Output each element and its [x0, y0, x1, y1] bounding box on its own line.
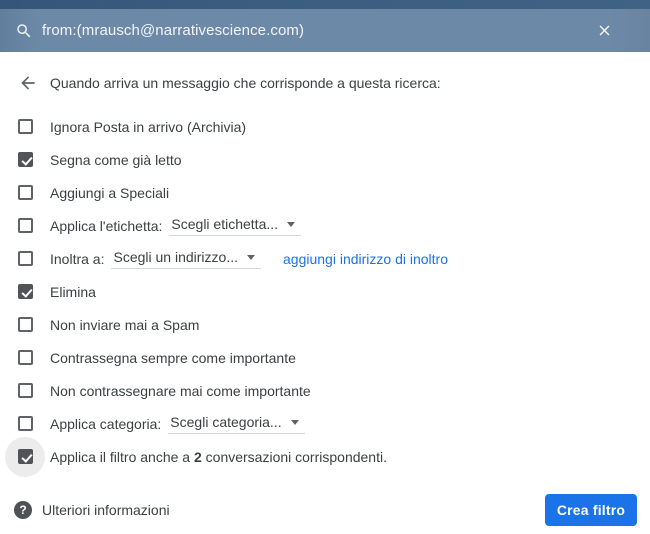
- option-label: Aggiungi a Speciali: [50, 184, 170, 201]
- checkbox[interactable]: [18, 119, 33, 134]
- checkbox[interactable]: [18, 152, 33, 167]
- checkbox-cell: [18, 185, 50, 200]
- search-bar: from:(mrausch@narrativescience.com): [0, 9, 650, 52]
- filter-option-row: Segna come già letto: [0, 143, 650, 176]
- filter-option-row: Applica categoria: Scegli categoria...: [0, 407, 650, 440]
- option-label: Applica il filtro anche a 2 conversazion…: [50, 448, 387, 465]
- checkbox[interactable]: [18, 416, 33, 431]
- option-dropdown[interactable]: Scegli etichetta...: [169, 215, 302, 236]
- checkbox[interactable]: [18, 350, 33, 365]
- dropdown-value: Scegli etichetta...: [171, 215, 279, 232]
- option-label: Inoltra a:: [50, 250, 105, 267]
- checkbox-cell: [18, 119, 50, 134]
- learn-more[interactable]: Ulteriori informazioni: [14, 501, 170, 519]
- option-label: Contrassegna sempre come importante: [50, 349, 296, 366]
- checkbox-cell: [18, 152, 50, 167]
- filter-option-row: Inoltra a: Scegli un indirizzo... aggiun…: [0, 242, 650, 275]
- learn-more-label: Ulteriori informazioni: [42, 502, 170, 518]
- filter-options-panel: Quando arriva un messaggio che corrispon…: [0, 52, 650, 534]
- filter-options-list: Ignora Posta in arrivo (Archivia) Segna …: [0, 110, 650, 477]
- dialog-header: Quando arriva un messaggio che corrispon…: [18, 71, 650, 95]
- checkbox[interactable]: [18, 251, 33, 266]
- forwarding-link[interactable]: aggiungi indirizzo di inoltro: [283, 251, 448, 267]
- close-icon[interactable]: [596, 22, 613, 39]
- filter-option-row: Ignora Posta in arrivo (Archivia): [0, 110, 650, 143]
- checkbox-cell: [18, 251, 50, 266]
- option-label: Non contrassegnare mai come importante: [50, 382, 311, 399]
- option-label: Elimina: [50, 283, 96, 300]
- filter-option-row: Non inviare mai a Spam: [0, 308, 650, 341]
- dialog-footer: Ulteriori informazioni Crea filtro: [0, 494, 650, 526]
- checkbox-cell: [18, 416, 50, 431]
- checkbox[interactable]: [18, 218, 33, 233]
- option-label: Applica l'etichetta:: [50, 217, 163, 234]
- checkbox[interactable]: [18, 383, 33, 398]
- option-label: Ignora Posta in arrivo (Archivia): [50, 118, 247, 135]
- filter-option-row: Aggiungi a Speciali: [0, 176, 650, 209]
- dropdown-value: Scegli categoria...: [170, 413, 282, 430]
- top-window-strip: [0, 0, 650, 9]
- dropdown-arrow-icon: [287, 222, 296, 227]
- checkbox-cell: [5, 436, 50, 477]
- dropdown-value: Scegli un indirizzo...: [113, 248, 238, 265]
- checkbox-cell: [18, 317, 50, 332]
- filter-option-row: Applica il filtro anche a 2 conversazion…: [0, 436, 650, 477]
- filter-option-row: Elimina: [0, 275, 650, 308]
- checkbox[interactable]: [18, 185, 33, 200]
- back-arrow-icon[interactable]: [18, 73, 38, 93]
- option-dropdown[interactable]: Scegli un indirizzo...: [111, 249, 261, 269]
- gmail-filter-dialog: from:(mrausch@narrativescience.com) Quan…: [0, 0, 650, 534]
- checkbox[interactable]: [18, 317, 33, 332]
- option-label: Non inviare mai a Spam: [50, 316, 200, 333]
- checkbox-cell: [18, 350, 50, 365]
- filter-option-row: Applica l'etichetta: Scegli etichetta...: [0, 209, 650, 242]
- create-filter-button[interactable]: Crea filtro: [545, 494, 637, 526]
- option-dropdown[interactable]: Scegli categoria...: [168, 413, 305, 434]
- checkbox-cell: [18, 284, 50, 299]
- checkbox-cell: [18, 218, 50, 233]
- dropdown-arrow-icon: [290, 420, 299, 425]
- checkbox[interactable]: [18, 284, 33, 299]
- search-input[interactable]: from:(mrausch@narrativescience.com): [42, 22, 596, 39]
- help-icon: [14, 501, 32, 519]
- option-label: Applica categoria:: [50, 415, 162, 432]
- dropdown-arrow-icon: [247, 255, 255, 260]
- search-icon: [15, 22, 33, 40]
- checkbox[interactable]: [18, 449, 33, 464]
- filter-option-row: Non contrassegnare mai come importante: [0, 374, 650, 407]
- filter-option-row: Contrassegna sempre come importante: [0, 341, 650, 374]
- checkbox-cell: [18, 383, 50, 398]
- option-label: Segna come già letto: [50, 151, 182, 168]
- dialog-title: Quando arriva un messaggio che corrispon…: [50, 75, 441, 91]
